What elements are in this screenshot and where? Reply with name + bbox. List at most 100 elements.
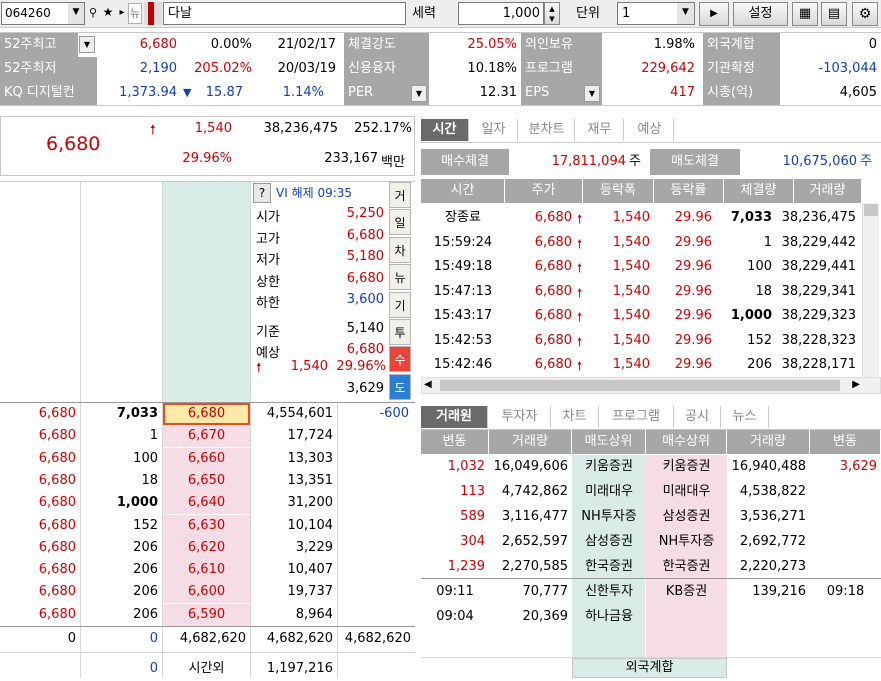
tick-hscroll-thumb[interactable] — [440, 380, 840, 391]
tick-horizontal-scrollbar[interactable]: ◀ ▶ — [421, 377, 881, 394]
buyer-change — [810, 480, 881, 504]
label-index[interactable]: KQ 디지털컨 — [0, 81, 97, 105]
pct-52w-low: 205.02% — [194, 61, 252, 76]
tick-qty: 18 — [755, 283, 772, 299]
unit-dropdown-button[interactable]: ▼ — [677, 3, 694, 24]
bid-price[interactable]: 6,620 — [163, 537, 250, 559]
side-button-3[interactable]: 뉴 — [389, 264, 411, 291]
bid-price[interactable]: 6,660 — [163, 448, 250, 470]
tick-volume: 38,229,323 — [781, 308, 856, 323]
unit-label: 단위 — [576, 6, 600, 21]
buyer-volume: 2,692,772 — [739, 534, 806, 549]
tab-top-3[interactable]: 재무 — [576, 119, 624, 141]
foreign-buyer-volume: 139,216 — [752, 584, 806, 599]
settings-button[interactable]: 설정 — [733, 2, 788, 26]
tab-bottom-5[interactable]: 뉴스 — [721, 406, 769, 428]
layout-grid-icon[interactable]: ▦ — [792, 2, 818, 26]
scroll-right-icon[interactable]: ▶ — [852, 379, 860, 390]
gear-icon[interactable]: ⚙ — [852, 2, 878, 26]
buyer-broker[interactable]: 키움증권 — [646, 455, 727, 479]
play-button[interactable]: ▶ — [699, 2, 729, 26]
side-button-4[interactable]: 기 — [389, 291, 411, 318]
buyer-broker[interactable]: 삼성증권 — [646, 505, 727, 529]
quantity-input[interactable]: 1,000 — [458, 2, 544, 25]
tick-header-4: 체결량 — [724, 179, 794, 203]
trade-qty: 7,033 — [116, 406, 158, 421]
tick-price: 6,680 — [534, 283, 572, 299]
seller-volume: 3,116,477 — [501, 509, 568, 524]
bid-remaining: 8,964 — [295, 606, 333, 622]
tick-qty: 7,033 — [730, 210, 772, 225]
tab-bottom-0[interactable]: 거래원 — [421, 406, 488, 428]
bid-price[interactable]: 6,610 — [163, 559, 250, 581]
side-button-7[interactable]: 도 — [389, 373, 411, 400]
settings-label: 설정 — [748, 6, 773, 21]
tab-top-0[interactable]: 시간 — [421, 119, 469, 141]
seller-broker[interactable]: 한국증권 — [572, 555, 646, 579]
info-dropdown-icon[interactable]: ▼ — [79, 36, 95, 53]
seller-change: 1,239 — [447, 559, 485, 574]
expected-up-arrow-icon: 🠕 — [256, 361, 262, 376]
tab-bottom-2[interactable]: 차트 — [551, 406, 599, 428]
menu-arrow-icon[interactable]: ▸ — [116, 3, 128, 24]
news-icon[interactable]: 뉴 — [128, 3, 142, 24]
buy-contract-label: 매수체결 — [421, 149, 509, 175]
label-institution: 기관확정 — [703, 57, 780, 81]
seller-volume: 4,742,862 — [501, 484, 568, 499]
bid-price[interactable]: 6,670 — [163, 425, 250, 447]
broker-header-2: 매도상위 — [572, 430, 646, 454]
trade-amount: 233,167 — [324, 151, 378, 166]
bid-price[interactable]: 6,640 — [163, 492, 250, 514]
bid-price[interactable]: 6,650 — [163, 470, 250, 492]
buyer-broker[interactable]: 한국증권 — [646, 555, 727, 579]
bid-remaining: 17,724 — [287, 428, 334, 444]
tick-time: 장종료 — [445, 210, 481, 225]
seller-broker[interactable]: 삼성증권 — [572, 530, 646, 554]
trade-price: 6,680 — [38, 406, 76, 421]
bid-price[interactable]: 6,600 — [163, 581, 250, 603]
tab-top-4[interactable]: 예상 — [626, 119, 674, 141]
tab-bottom-1[interactable]: 투자자 — [489, 406, 551, 428]
bid-price[interactable]: 6,590 — [163, 604, 250, 626]
tab-bottom-3[interactable]: 프로그램 — [599, 406, 674, 428]
tab-top-2[interactable]: 분차트 — [519, 119, 575, 141]
expected-quantity: 3,629 — [346, 381, 384, 396]
buyer-broker[interactable]: NH투자증 — [646, 530, 727, 554]
tick-change: 1,540 — [612, 234, 650, 250]
favorite-star-icon[interactable]: ★ — [101, 3, 115, 24]
expected-change: 1,540 — [290, 359, 328, 374]
side-button-5[interactable]: 투 — [389, 319, 411, 345]
seller-broker[interactable]: 키움증권 — [572, 455, 646, 479]
seller-broker[interactable]: NH투자증 — [572, 505, 646, 529]
label-foreign-hold: 외인보유 — [521, 33, 602, 57]
bid-remaining: 31,200 — [287, 495, 334, 511]
scroll-left-icon[interactable]: ◀ — [424, 379, 432, 390]
index-pct: 1.14% — [282, 85, 324, 100]
tab-bottom-4[interactable]: 공시 — [674, 406, 721, 428]
search-icon[interactable]: ⚲ — [86, 3, 100, 24]
side-button-1[interactable]: 일 — [389, 209, 411, 236]
side-button-0[interactable]: 거 — [389, 182, 411, 208]
bid-diff: -600 — [379, 406, 409, 421]
value-strength: 25.05% — [467, 37, 517, 52]
eps-dropdown-icon[interactable]: ▼ — [584, 85, 600, 102]
per-dropdown-icon[interactable]: ▼ — [411, 85, 427, 102]
seller-broker[interactable]: 미래대우 — [572, 480, 646, 504]
help-button[interactable]: ? — [253, 183, 271, 203]
tick-scroll-thumb[interactable] — [864, 204, 878, 216]
side-button-6[interactable]: 수 — [389, 346, 411, 373]
tick-vertical-scrollbar[interactable] — [862, 203, 879, 377]
tick-rate: 29.96 — [674, 234, 712, 250]
layout-split-icon[interactable]: ▤ — [821, 2, 847, 26]
quantity-stepper[interactable]: ▲ ▼ — [544, 2, 560, 25]
buyer-broker[interactable]: 미래대우 — [646, 480, 727, 504]
summary-value-6: 6,680 — [346, 342, 384, 357]
side-button-2[interactable]: 차 — [389, 236, 411, 263]
code-dropdown-button[interactable]: ▼ — [68, 3, 84, 24]
tick-qty: 1,000 — [730, 308, 772, 323]
stock-name-field[interactable]: 다날 — [163, 2, 406, 25]
tab-top-1[interactable]: 일자 — [470, 119, 518, 141]
bid-price[interactable]: 6,680 — [163, 403, 250, 425]
bid-price[interactable]: 6,630 — [163, 515, 250, 537]
tick-time: 15:42:46 — [433, 357, 493, 372]
